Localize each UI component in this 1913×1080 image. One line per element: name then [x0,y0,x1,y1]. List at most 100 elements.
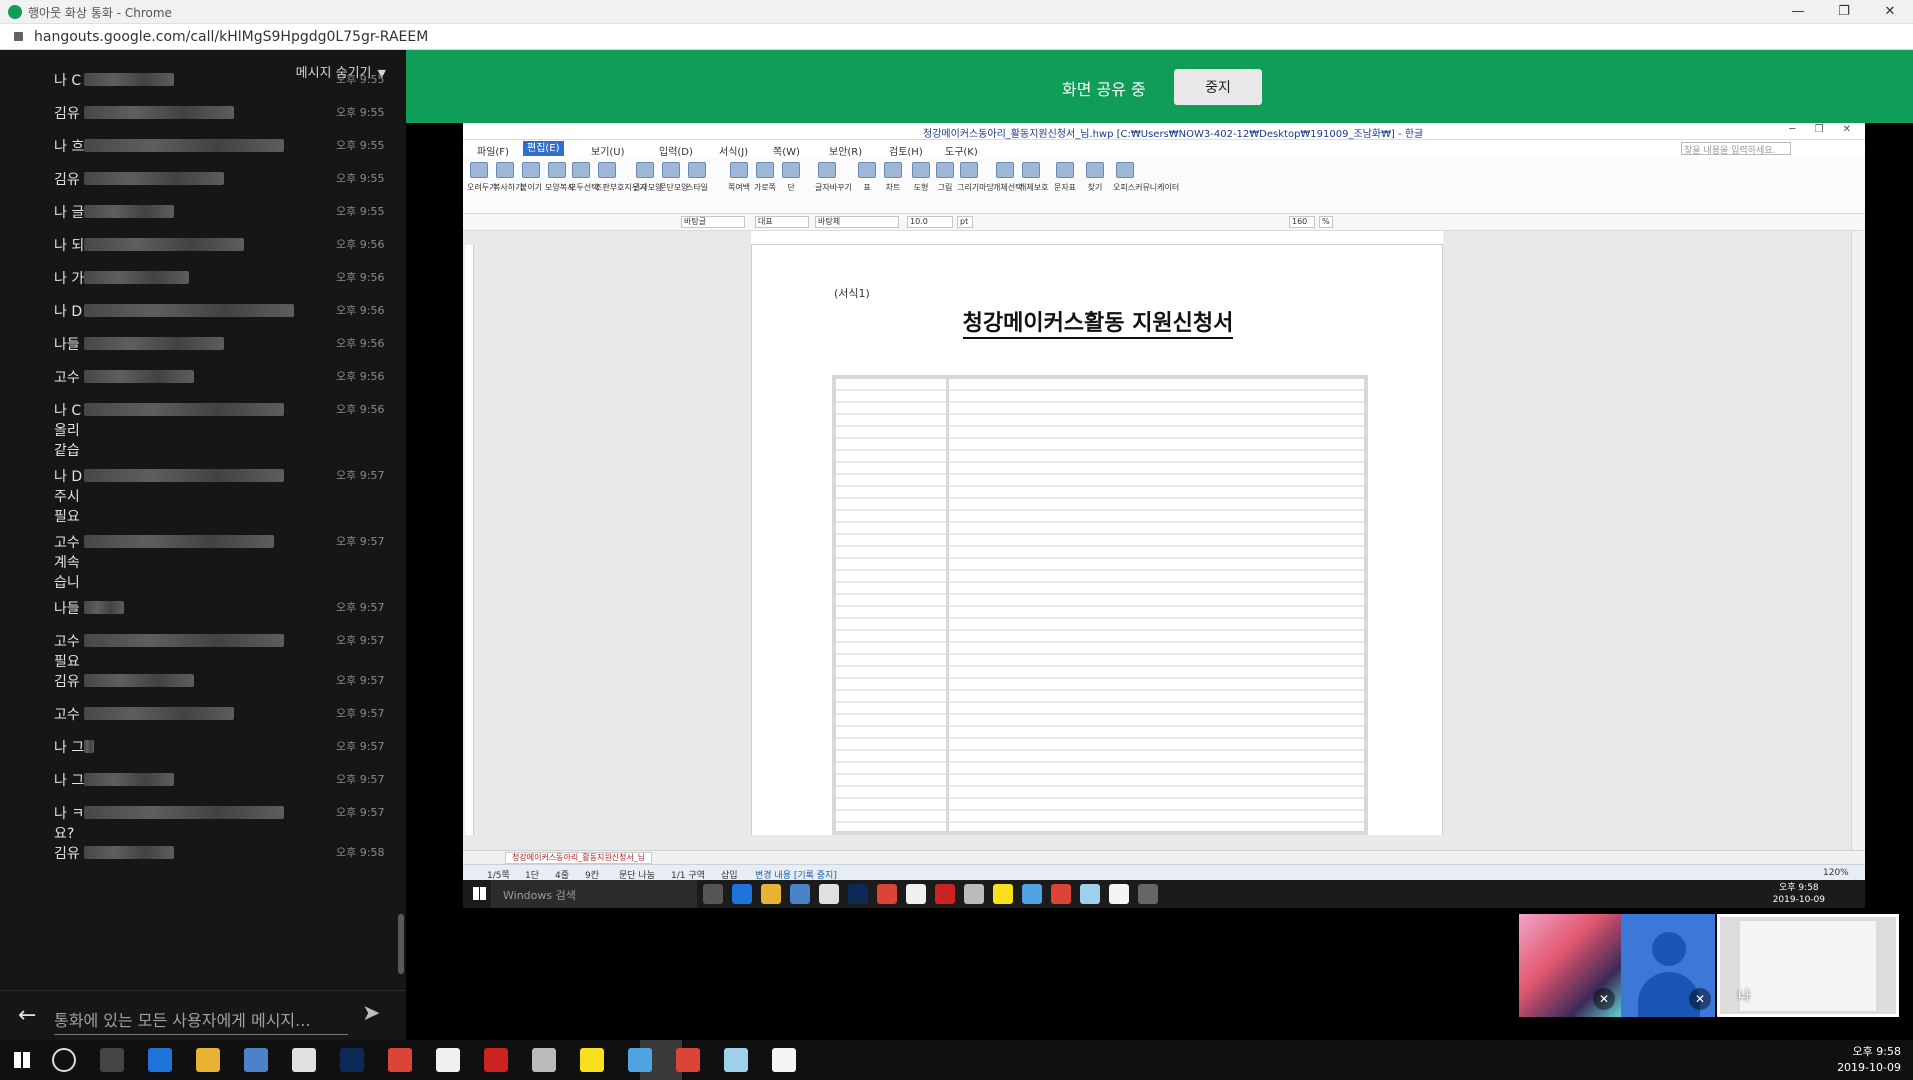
message-time: 오후 9:57 [336,740,385,753]
ribbon-button[interactable]: 스타일 [685,162,709,193]
chat-scrollbar[interactable] [398,914,404,974]
ribbon-button[interactable]: 그리기마당 [957,162,994,193]
ribbon-button[interactable]: 모두선택 [569,162,598,193]
ribbon-button[interactable]: 표 [855,162,879,193]
document-tab[interactable]: 청강메이커스동아리_활동지원신청서_님 [505,852,653,864]
photos-icon[interactable] [772,1048,796,1072]
kakaotalk-icon[interactable] [580,1048,604,1072]
ribbon-icon [522,162,540,178]
hwp-menu-item[interactable]: 서식(J) [719,143,748,158]
task-view-icon [703,884,723,904]
ribbon-button[interactable]: 글자모양 [633,162,663,193]
format-field[interactable]: % [1319,216,1333,228]
app-icon[interactable] [292,1048,316,1072]
chrome-icon[interactable] [388,1048,412,1072]
edge-icon[interactable] [148,1048,172,1072]
hwp-document-area: (서식1) 청강메이커스활동 지원신청서 [463,231,1865,850]
format-field[interactable]: 바탕글 [681,216,745,228]
chrome-icon-2[interactable] [676,1048,700,1072]
minimize-button[interactable]: — [1775,0,1821,24]
message-time: 오후 9:56 [336,238,385,251]
search-icon[interactable] [52,1048,76,1072]
file-explorer-icon[interactable] [196,1048,220,1072]
hwp-window-controls[interactable]: ─ ❐ ✕ [1789,124,1859,135]
hwp-menu-item[interactable]: 쪽(W) [773,143,800,158]
ribbon-button[interactable]: 개체보호 [1019,162,1048,193]
hwp-menu-item[interactable]: 보안(R) [829,143,862,158]
ribbon-button[interactable]: 그림 [933,162,957,193]
stop-sharing-button[interactable]: 중지 [1174,69,1262,105]
message-input[interactable]: 통화에 있는 모든 사용자에게 메시지... [54,1007,348,1035]
hwp-ribbon: 오려두기 복사하기 붙이기 모양복사 모두선택 조판부호지우기 글자모양 문단모양 스타일 쪽여백… [463,158,1865,214]
ribbon-button[interactable]: 문단모양 [659,162,688,193]
app-icon-red[interactable] [484,1048,508,1072]
ribbon-label: 모양복사 [545,183,575,192]
ribbon-button[interactable]: 단 [779,162,803,193]
ribbon-button[interactable]: 도형 [909,162,933,193]
hwp-menu-item[interactable]: 도구(K) [945,143,978,158]
ribbon-button[interactable]: 오려두기 [467,162,496,193]
self-video[interactable]: 나 [1717,914,1899,1017]
format-field[interactable]: 160 [1289,216,1315,228]
address-bar[interactable]: hangouts.google.com/call/kHlMgS9Hpgdg0L7… [0,24,1913,50]
document-title-text: 청강메이커스활동 지원신청서 [962,311,1234,339]
participant-video-1[interactable]: ✕ [1519,914,1621,1017]
redacted-text [84,403,284,416]
hwp-icon[interactable] [628,1048,652,1072]
system-clock[interactable]: 오후 9:58 2019-10-09 [1837,1044,1901,1076]
w-icon [906,884,926,904]
ribbon-button[interactable]: 가로쪽 [753,162,777,193]
chat-message-text: 올리 [54,423,80,439]
format-field[interactable]: 대표 [755,216,809,228]
chat-message-text: 나 D [54,469,83,485]
restore-button[interactable]: ❐ [1821,0,1867,24]
send-icon[interactable]: ➤ [362,1001,380,1026]
hwp-menu-item[interactable]: 편집(E) [523,141,564,156]
task-view-icon[interactable] [100,1048,124,1072]
photoshop-icon[interactable] [340,1048,364,1072]
document-page[interactable]: (서식1) 청강메이커스활동 지원신청서 [751,245,1443,835]
chat-message-text: 같습 [54,443,80,459]
system-date: 2019-10-09 [1837,1061,1901,1074]
format-field[interactable]: pt [957,216,973,228]
hwp-menu-item[interactable]: 보기(U) [591,143,625,158]
hwp-menu-item[interactable]: 파일(F) [477,143,509,158]
ribbon-button[interactable]: 오피스커뮤니케이터 [1113,162,1179,193]
ribbon-button[interactable]: 문자표 [1053,162,1077,193]
hwp-search-input[interactable]: 찾을 내용을 입력하세요. [1681,142,1791,156]
edge-icon [732,884,752,904]
ribbon-label: 글자모양 [633,183,663,192]
back-arrow-icon[interactable]: ← [18,1003,36,1028]
store-icon[interactable] [244,1048,268,1072]
app-icon-blue[interactable] [724,1048,748,1072]
document-scrollbar[interactable] [1851,231,1865,850]
windows-start-button[interactable] [14,1052,30,1068]
ribbon-button[interactable]: 복사하기 [493,162,522,193]
chat-message: 나 되 오후 9:56 [54,235,384,255]
format-field[interactable]: 10.0 [907,216,953,228]
chat-message-text: 필요 [54,509,80,525]
chat-message: 나들 오후 9:56 [54,334,384,354]
screen-share-bar: 화면 공유 중 중지 [406,50,1913,123]
ribbon-button[interactable]: 글자바꾸기 [815,162,852,193]
windows-search-box: Windows 검색 [491,880,697,908]
ribbon-button[interactable]: 모양복사 [545,162,575,193]
redacted-text [84,271,189,284]
close-button[interactable]: ✕ [1867,0,1913,24]
redacted-text [84,304,294,317]
w-icon[interactable] [436,1048,460,1072]
url-text[interactable]: hangouts.google.com/call/kHlMgS9Hpgdg0L7… [34,29,428,45]
hwp-menu-item[interactable]: 검토(H) [889,143,923,158]
ribbon-button[interactable]: 찾기 [1083,162,1107,193]
ribbon-button[interactable]: 개체선택 [993,162,1022,193]
ribbon-button[interactable]: 쪽여백 [727,162,751,193]
participant-video-2[interactable]: ✕ [1621,914,1715,1017]
ribbon-button[interactable]: 붙이기 [519,162,543,193]
ribbon-button[interactable]: 조판부호지우기 [595,162,647,193]
chat-message: 김유 오후 9:55 [54,169,384,189]
format-field[interactable]: 바탕체 [815,216,899,228]
hwp-menu-item[interactable]: 입력(D) [659,143,693,158]
ribbon-button[interactable]: 차트 [881,162,905,193]
app-icon-grey[interactable] [532,1048,556,1072]
chat-message: 나 C 오후 9:55 [54,70,384,90]
